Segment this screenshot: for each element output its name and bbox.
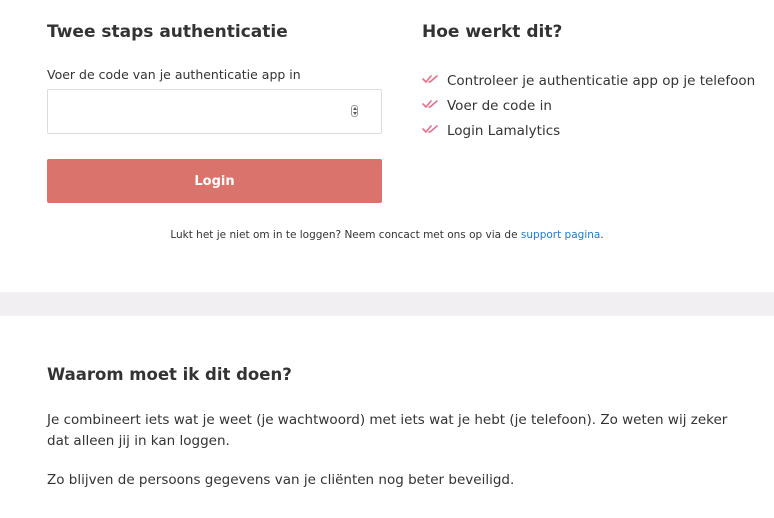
help-title: Hoe werkt dit?: [422, 22, 563, 42]
why-title: Waarom moet ik dit doen?: [47, 365, 292, 384]
double-check-icon: [422, 100, 438, 108]
spinner-up-icon[interactable]: [353, 107, 357, 110]
step-item: Voer de code in: [422, 95, 755, 120]
code-field-label: Voer de code van je authenticatie app in: [47, 67, 301, 82]
login-button[interactable]: Login: [47, 159, 382, 203]
support-text: Lukt het je niet om in te loggen? Neem c…: [170, 229, 518, 241]
why-paragraph-1: Je combineert iets wat je weet (je wacht…: [47, 412, 728, 449]
step-item: Login Lamalytics: [422, 120, 755, 145]
spinner-down-icon[interactable]: [353, 112, 357, 115]
support-suffix: .: [600, 229, 604, 241]
step-text: Login Lamalytics: [447, 123, 561, 139]
number-spinner-icon[interactable]: [351, 105, 358, 117]
double-check-icon: [422, 125, 438, 133]
login-section: Twee staps authenticatie Voer de code va…: [0, 0, 774, 292]
why-paragraph-2: Zo blijven de persoons gegevens van je c…: [47, 472, 515, 488]
why-section: Waarom moet ik dit doen? Je combineert i…: [0, 316, 774, 518]
code-input-wrapper: [47, 89, 382, 134]
step-text: Controleer je authenticatie app op je te…: [447, 73, 756, 89]
steps-list: Controleer je authenticatie app op je te…: [422, 70, 755, 145]
authenticator-code-input[interactable]: [48, 90, 381, 133]
support-message: Lukt het je niet om in te loggen? Neem c…: [0, 229, 774, 241]
support-page-link[interactable]: support pagina: [521, 229, 600, 241]
double-check-icon: [422, 75, 438, 83]
section-divider: [0, 292, 774, 316]
login-title: Twee staps authenticatie: [47, 22, 288, 42]
step-item: Controleer je authenticatie app op je te…: [422, 70, 755, 95]
step-text: Voer de code in: [447, 98, 552, 114]
